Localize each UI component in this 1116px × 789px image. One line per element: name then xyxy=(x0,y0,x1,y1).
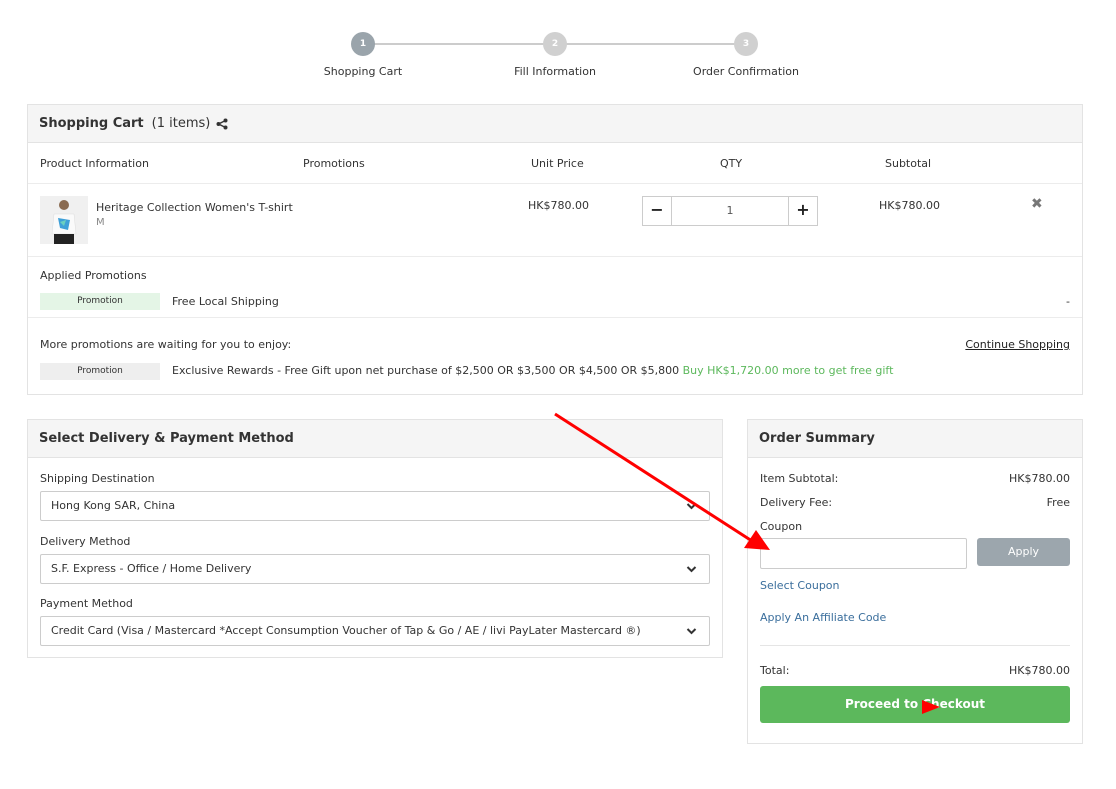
chevron-down-icon xyxy=(686,492,697,531)
total-label: Total: xyxy=(760,664,790,677)
promotion-badge: Promotion xyxy=(40,363,160,380)
cart-item-row: Heritage Collection Women's T-shirt M HK… xyxy=(28,184,1082,257)
more-promotions: More promotions are waiting for you to e… xyxy=(28,318,1082,394)
col-subtotal: Subtotal xyxy=(885,157,932,170)
step-label: Order Confirmation xyxy=(693,65,799,78)
payment-method-label: Payment Method xyxy=(40,597,133,610)
proceed-to-checkout-button[interactable]: Proceed to Checkout xyxy=(760,686,1070,723)
delivery-method-label: Delivery Method xyxy=(40,535,131,548)
delivery-payment-panel: Select Delivery & Payment Method Shippin… xyxy=(27,419,723,658)
col-product-information: Product Information xyxy=(40,157,149,170)
step-order-confirmation: 3 Order Confirmation xyxy=(681,32,811,78)
promotion-badge: Promotion xyxy=(40,293,160,310)
step-number: 2 xyxy=(543,32,567,56)
more-promotions-title: More promotions are waiting for you to e… xyxy=(40,338,292,351)
delivery-header: Select Delivery & Payment Method xyxy=(28,420,722,458)
delivery-fee-row: Delivery Fee: Free xyxy=(760,496,1070,509)
item-subtotal-row: Item Subtotal: HK$780.00 xyxy=(760,472,1070,485)
payment-method-select[interactable]: Credit Card (Visa / Mastercard *Accept C… xyxy=(40,616,710,646)
quantity-stepper: − 1 + xyxy=(642,196,818,226)
order-summary-panel: Order Summary Item Subtotal: HK$780.00 D… xyxy=(747,419,1083,744)
qty-decrease-button[interactable]: − xyxy=(642,196,672,226)
order-summary-header: Order Summary xyxy=(748,420,1082,458)
col-qty: QTY xyxy=(720,157,743,170)
delivery-method-select[interactable]: S.F. Express - Office / Home Delivery xyxy=(40,554,710,584)
step-number: 3 xyxy=(734,32,758,56)
coupon-input[interactable] xyxy=(760,538,967,569)
cart-header: Shopping Cart (1 items) xyxy=(28,105,1082,143)
product-variant: M xyxy=(96,217,105,228)
coupon-label: Coupon xyxy=(760,520,803,533)
step-shopping-cart: 1 Shopping Cart xyxy=(298,32,428,78)
delivery-fee-label: Delivery Fee: xyxy=(760,496,833,509)
applied-promotion-value: - xyxy=(1066,295,1070,308)
shipping-destination-label: Shipping Destination xyxy=(40,472,155,485)
unit-price: HK$780.00 xyxy=(528,199,589,212)
promotion-description: Exclusive Rewards - Free Gift upon net p… xyxy=(172,364,680,377)
checkout-stepper: 1 Shopping Cart 2 Fill Information 3 Ord… xyxy=(300,32,820,82)
item-subtotal: HK$780.00 xyxy=(879,199,940,212)
product-name[interactable]: Heritage Collection Women's T-shirt xyxy=(96,201,293,214)
chevron-down-icon xyxy=(686,617,697,656)
product-thumbnail[interactable] xyxy=(40,196,88,244)
shipping-destination-value: Hong Kong SAR, China xyxy=(51,499,176,512)
applied-promotions: Applied Promotions Promotion Free Local … xyxy=(28,257,1082,318)
step-fill-information: 2 Fill Information xyxy=(490,32,620,78)
coupon-row: Coupon xyxy=(760,520,1070,533)
qty-input[interactable]: 1 xyxy=(672,196,788,226)
step-number: 1 xyxy=(351,32,375,56)
more-promotion-text: Exclusive Rewards - Free Gift upon net p… xyxy=(172,364,893,377)
summary-divider xyxy=(760,645,1070,646)
payment-method-value: Credit Card (Visa / Mastercard *Accept C… xyxy=(51,624,641,637)
remove-item-icon[interactable]: ✖ xyxy=(1031,196,1043,212)
shipping-destination-select[interactable]: Hong Kong SAR, China xyxy=(40,491,710,521)
applied-promotions-title: Applied Promotions xyxy=(40,269,147,282)
affiliate-code-link[interactable]: Apply An Affiliate Code xyxy=(760,611,886,624)
item-subtotal-value: HK$780.00 xyxy=(1009,472,1070,485)
cart-item-count: (1 items) xyxy=(151,116,211,131)
share-icon[interactable] xyxy=(216,118,228,130)
apply-coupon-button[interactable]: Apply xyxy=(977,538,1070,566)
applied-promotion-text: Free Local Shipping xyxy=(172,295,279,308)
promotion-highlight: Buy HK$1,720.00 more to get free gift xyxy=(682,364,894,377)
delivery-method-value: S.F. Express - Office / Home Delivery xyxy=(51,562,252,575)
delivery-fee-value: Free xyxy=(1046,496,1070,509)
cart-column-headers: Product Information Promotions Unit Pric… xyxy=(28,143,1082,184)
qty-increase-button[interactable]: + xyxy=(788,196,818,226)
total-row: Total: HK$780.00 xyxy=(760,664,1070,677)
item-subtotal-label: Item Subtotal: xyxy=(760,472,839,485)
col-promotions: Promotions xyxy=(303,157,365,170)
step-label: Shopping Cart xyxy=(323,65,403,78)
total-value: HK$780.00 xyxy=(1009,664,1070,677)
col-unit-price: Unit Price xyxy=(531,157,584,170)
continue-shopping-link[interactable]: Continue Shopping xyxy=(965,338,1070,351)
cart-title: Shopping Cart xyxy=(39,116,144,131)
select-coupon-link[interactable]: Select Coupon xyxy=(760,579,840,592)
chevron-down-icon xyxy=(686,555,697,594)
step-label: Fill Information xyxy=(514,65,596,78)
shopping-cart-panel: Shopping Cart (1 items) Product Informat… xyxy=(27,104,1083,395)
